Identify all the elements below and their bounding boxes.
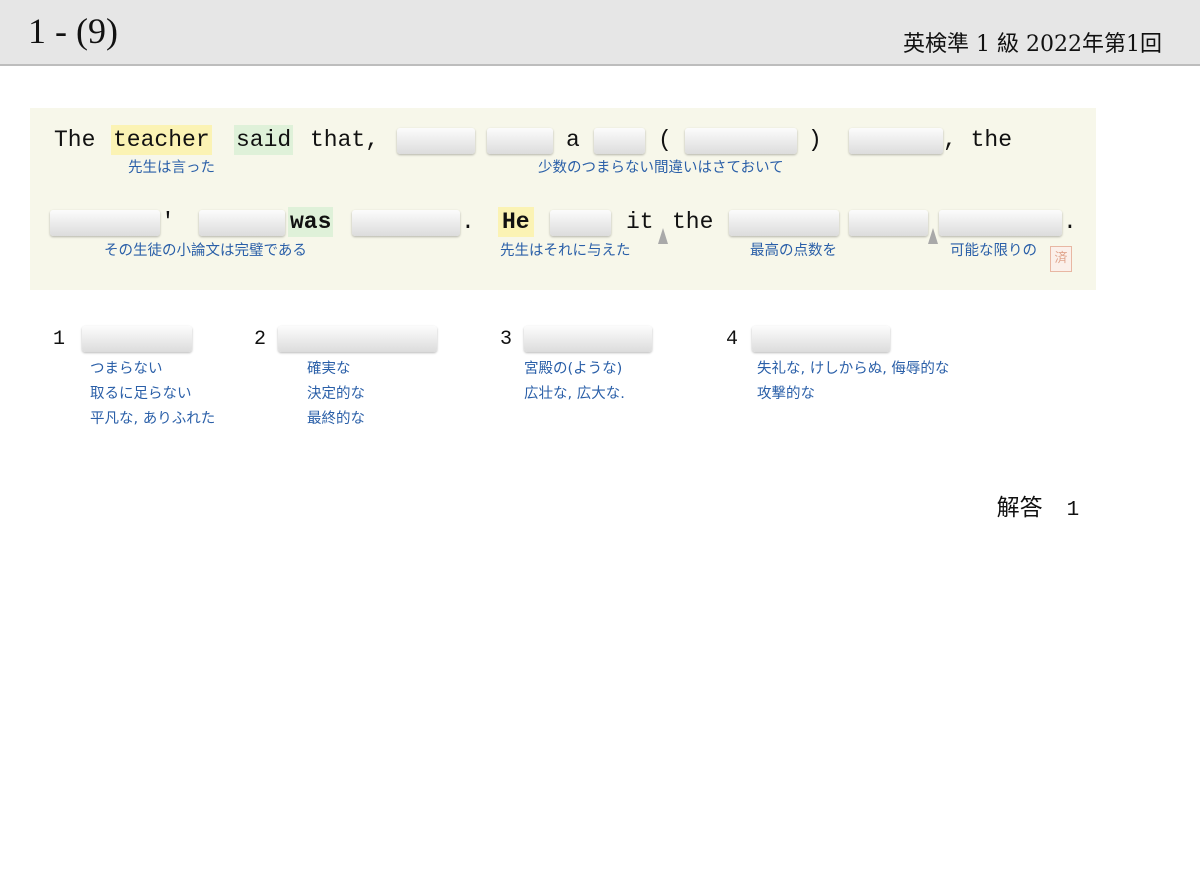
option-number: 2	[254, 328, 267, 351]
masked-word	[487, 128, 553, 154]
option-word-mask	[752, 326, 890, 352]
option-meaning: 決定的な	[307, 386, 365, 402]
option-meaning: 宮殿の(ような)	[524, 361, 623, 377]
masked-word	[594, 128, 645, 154]
open-paren: (	[658, 127, 672, 153]
period: .	[461, 209, 475, 235]
gloss-he-gave: 先生はそれに与えた	[500, 243, 631, 259]
option-meaning: 攻撃的な	[757, 386, 815, 402]
option-word-mask	[82, 326, 192, 352]
answer-value: 1	[1066, 499, 1080, 522]
period: .	[1063, 209, 1077, 235]
option-number: 1	[53, 328, 66, 351]
masked-word	[849, 210, 928, 236]
answer-label: 解答	[996, 495, 1043, 521]
word-that: that,	[310, 127, 380, 153]
seal-stamp: 済	[1050, 246, 1072, 272]
option-meaning: 失礼な, けしからぬ, 侮辱的な	[757, 361, 950, 377]
masked-word	[939, 210, 1062, 236]
close-paren: )	[808, 127, 822, 153]
option-meaning: 最終的な	[307, 411, 365, 427]
word-the: The	[54, 127, 96, 153]
word-said: said	[234, 125, 294, 155]
answer-blank	[685, 128, 797, 154]
word-teacher: teacher	[111, 125, 212, 155]
word-the-2: the	[672, 209, 714, 235]
gloss-highest-score: 最高の点数を	[750, 243, 837, 259]
insertion-caret	[658, 228, 668, 244]
word-was: was	[288, 207, 334, 237]
word-he: He	[498, 207, 534, 237]
option-word-mask	[524, 326, 652, 352]
masked-word	[397, 128, 475, 154]
option-meaning: 確実な	[307, 361, 351, 377]
masked-word	[550, 210, 611, 236]
masked-word	[849, 128, 943, 154]
option-meaning: 平凡な, ありふれた	[90, 411, 216, 427]
option-number: 4	[726, 328, 739, 351]
question-number: 1 - (9)	[28, 11, 118, 51]
sentence-panel: The teacher said that, a ( ) , the 先生は言っ…	[30, 108, 1096, 290]
masked-word	[199, 210, 285, 236]
masked-word	[352, 210, 460, 236]
option-meaning: 取るに足らない	[90, 386, 192, 402]
option-number: 3	[500, 328, 513, 351]
masked-word	[50, 210, 160, 236]
insertion-caret	[928, 228, 938, 244]
gloss-as-possible: 可能な限りの	[950, 243, 1037, 259]
gloss-teacher-said: 先生は言った	[128, 160, 215, 176]
apostrophe: '	[161, 209, 175, 235]
word-it: it	[626, 209, 654, 235]
word-comma-the: , the	[943, 127, 1013, 153]
exam-label: 英検準 1 級 2022年第1回	[903, 32, 1162, 57]
option-word-mask	[278, 326, 437, 352]
answer: 解答 1	[982, 462, 1080, 522]
gloss-essay-perfect: その生徒の小論文は完璧である	[104, 243, 307, 259]
masked-word	[729, 210, 839, 236]
option-meaning: つまらない	[90, 361, 163, 377]
header-bar: 1 - (9) 英検準 1 級 2022年第1回	[0, 0, 1200, 66]
option-meaning: 広壮な, 広大な.	[524, 386, 625, 402]
gloss-minor-errors: 少数のつまらない間違いはさておいて	[538, 160, 784, 176]
word-a: a	[566, 127, 580, 153]
